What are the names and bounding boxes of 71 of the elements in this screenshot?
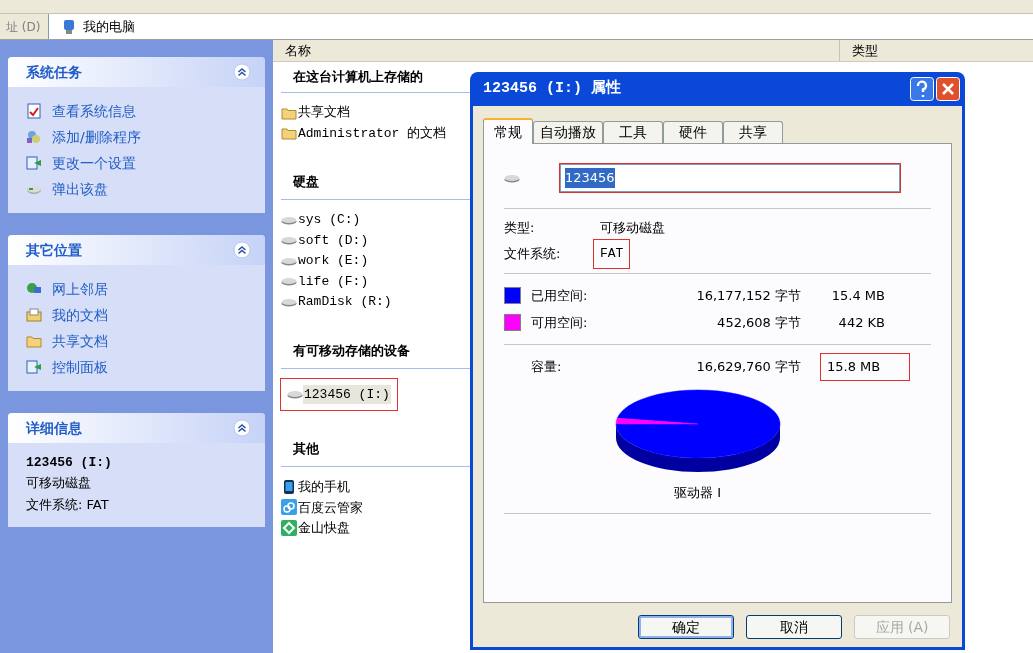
file-item[interactable]: life (F:) <box>297 271 370 291</box>
size-value: 15.4 MB <box>830 286 885 305</box>
pane-title[interactable]: 详细信息 <box>26 417 82 439</box>
task-link[interactable]: 添加/删除程序 <box>52 126 141 148</box>
capacity-label: 容量: <box>531 358 563 377</box>
task-link[interactable]: 网上邻居 <box>52 278 108 300</box>
address-field[interactable]: 我的电脑 <box>48 14 1033 39</box>
detail-text: 文件系统: FAT <box>26 496 110 514</box>
column-header[interactable]: 名称 <box>273 40 840 61</box>
property-label: 文件系统: <box>504 245 562 264</box>
task-link[interactable]: 控制面板 <box>52 356 108 378</box>
byte-count: 452,608 字节 <box>716 313 801 332</box>
tab[interactable]: 常规 <box>483 118 533 144</box>
file-item[interactable]: 共享文档 <box>297 103 351 123</box>
task-link[interactable]: 我的文档 <box>52 304 108 326</box>
group-heading: 在这台计算机上存储的 <box>293 69 423 84</box>
name-field[interactable]: 123456 <box>560 164 900 192</box>
file-item[interactable]: Administrator 的文档 <box>297 123 448 143</box>
phone-icon <box>281 478 297 495</box>
file-item[interactable]: 金山快盘 <box>297 518 351 538</box>
dialog-button[interactable]: 确定 <box>638 615 734 639</box>
folder-icon <box>281 125 297 142</box>
task-link[interactable]: 弹出该盘 <box>52 178 108 200</box>
collapse-icon[interactable] <box>233 419 251 437</box>
dialog-title: 123456 (I:) 属性 <box>483 78 622 99</box>
group-heading: 有可移动存储的设备 <box>293 342 410 358</box>
folder-icon <box>26 333 42 349</box>
collapse-icon[interactable] <box>233 241 251 259</box>
documents-icon <box>26 307 42 323</box>
chart-title: 驱动器 I <box>674 484 721 502</box>
byte-count: 16,177,152 字节 <box>695 286 801 305</box>
tab[interactable]: 硬件 <box>663 121 723 143</box>
file-item[interactable]: 我的手机 <box>297 477 351 497</box>
property-value: 可移动磁盘 <box>599 219 666 238</box>
pane-title[interactable]: 其它位置 <box>26 239 82 261</box>
dialog-button[interactable]: 取消 <box>746 615 842 639</box>
file-item[interactable]: RamDisk (R:) <box>297 292 393 312</box>
property-value: FAT <box>594 240 630 268</box>
file-item[interactable]: soft (D:) <box>297 230 370 250</box>
document-check-icon <box>26 103 42 119</box>
group-heading: 其他 <box>293 441 319 456</box>
programs-icon <box>26 129 42 145</box>
tab[interactable]: 共享 <box>723 121 783 143</box>
size-value: 15.8 MB <box>821 354 909 380</box>
task-link[interactable]: 更改一个设置 <box>52 152 136 174</box>
control-panel-icon <box>26 155 42 171</box>
task-link[interactable]: 共享文档 <box>52 330 108 352</box>
file-item[interactable]: 百度云管家 <box>297 497 364 517</box>
file-item[interactable]: 123456 (I:) <box>303 384 391 404</box>
help-button[interactable] <box>910 77 934 101</box>
group-heading: 硬盘 <box>293 174 319 189</box>
file-item[interactable]: sys (C:) <box>297 210 362 230</box>
file-item[interactable]: work (E:) <box>297 251 370 271</box>
detail-title: 123456 (I:) <box>26 455 113 471</box>
space-label: 可用空间: <box>531 313 589 332</box>
diamond-icon <box>281 519 297 536</box>
address-label: 址 (D) <box>5 18 42 36</box>
tab[interactable]: 工具 <box>603 121 663 143</box>
size-value: 442 KB <box>837 313 885 332</box>
close-button[interactable] <box>936 77 960 101</box>
column-header[interactable]: 类型 <box>840 40 1033 61</box>
tab[interactable]: 自动播放 <box>533 121 603 143</box>
cloud-icon <box>281 499 297 516</box>
control-panel-icon <box>26 359 42 375</box>
property-label: 类型: <box>504 219 536 238</box>
task-link[interactable]: 查看系统信息 <box>52 100 136 122</box>
pane-title[interactable]: 系统任务 <box>26 61 82 83</box>
space-label: 已用空间: <box>531 286 589 305</box>
byte-count: 16,629,760 字节 <box>695 358 801 377</box>
collapse-icon[interactable] <box>233 63 251 81</box>
detail-text: 可移动磁盘 <box>26 474 92 492</box>
